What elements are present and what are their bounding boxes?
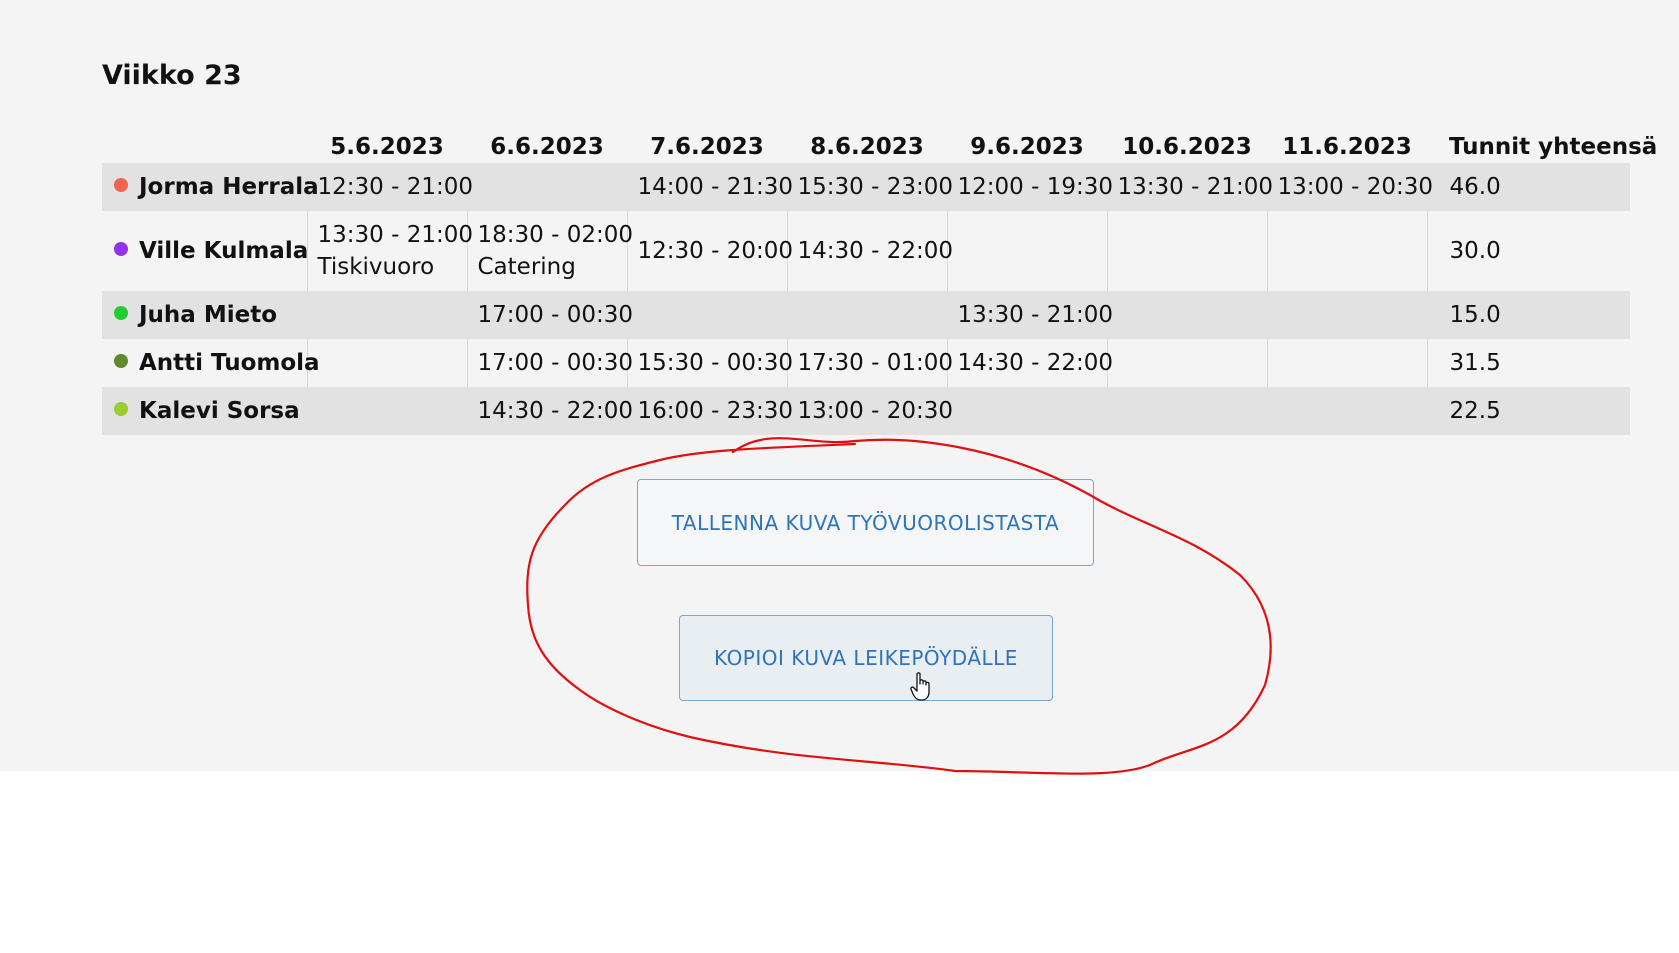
shift-cell (626, 291, 787, 339)
shift-time: 15:30 - 00:30 (637, 350, 794, 376)
shift-cell: 13:00 - 20:30 (1266, 163, 1434, 211)
shift-time: 17:00 - 00:30 (477, 350, 634, 376)
header-date: 11.6.2023 (1282, 134, 1412, 160)
shift-time: 14:30 - 22:00 (477, 398, 634, 424)
total-hours-cell: 22.5 (1426, 387, 1630, 435)
shift-cell: 12:30 - 20:00 (626, 211, 794, 291)
shift-time: 14:00 - 21:30 (637, 174, 794, 200)
employee-name-cell: Ville Kulmala (102, 211, 309, 291)
shift-cell: 17:00 - 00:30 (466, 339, 634, 387)
shift-time: 13:00 - 20:30 (797, 398, 954, 424)
shift-cell: 18:30 - 02:00 Catering (466, 211, 634, 291)
copy-to-clipboard-button[interactable]: KOPIOI KUVA LEIKEPÖYDÄLLE (679, 615, 1053, 701)
shift-cell: 16:00 - 23:30 (626, 387, 794, 435)
shift-cell (946, 387, 1107, 435)
employee-name: Kalevi Sorsa (139, 398, 300, 424)
shift-table: 5.6.2023 6.6.2023 7.6.2023 8.6.2023 9.6.… (102, 120, 1658, 435)
shift-time: 18:30 - 02:00 (477, 222, 634, 248)
employee-color-dot-icon (114, 402, 128, 416)
shift-cell: 12:00 - 19:30 (946, 163, 1114, 211)
shift-time: 13:30 - 21:00 (957, 302, 1114, 328)
employee-name: Ville Kulmala (139, 238, 309, 264)
shift-cell: 14:00 - 21:30 (626, 163, 794, 211)
table-header-row: 5.6.2023 6.6.2023 7.6.2023 8.6.2023 9.6.… (102, 120, 1658, 163)
hand-cursor-icon (910, 672, 930, 701)
employee-color-dot-icon (114, 242, 128, 256)
shift-note: Tiskivuoro (317, 254, 435, 280)
table-row: Antti Tuomola 17:00 - 00:30 15:30 - 00:30 1… (102, 339, 1630, 387)
employee-name: Jorma Herrala (139, 174, 319, 200)
shift-cell: 14:30 - 22:00 (786, 211, 954, 291)
shift-cell: 15:30 - 00:30 (626, 339, 794, 387)
shift-cell: 17:30 - 01:00 (786, 339, 954, 387)
shift-time: 15:30 - 23:00 (797, 174, 954, 200)
shift-cell (306, 387, 467, 435)
employee-name-cell: Kalevi Sorsa (102, 387, 307, 435)
total-hours-cell: 15.0 (1426, 291, 1630, 339)
employee-name-cell: Jorma Herrala (102, 163, 319, 211)
shift-cell (466, 163, 627, 211)
shift-cell: 13:30 - 21:00 (946, 291, 1114, 339)
save-image-button[interactable]: TALLENNA KUVA TYÖVUOROLISTASTA (637, 479, 1094, 566)
header-date: 8.6.2023 (810, 134, 924, 160)
header-date: 5.6.2023 (330, 134, 444, 160)
shift-time: 16:00 - 23:30 (637, 398, 794, 424)
week-title: Viikko 23 (102, 60, 242, 91)
shift-cell: 12:30 - 21:00 (306, 163, 474, 211)
table-row: Juha Mieto 17:00 - 00:30 13:30 - 21:00 15.0 (102, 291, 1630, 339)
shift-time: 13:30 - 21:00 (317, 222, 474, 248)
shift-cell (1106, 211, 1267, 291)
shift-time: 12:30 - 20:00 (637, 238, 794, 264)
shift-time: 14:30 - 22:00 (797, 238, 954, 264)
shift-cell (306, 339, 467, 387)
header-date: 7.6.2023 (650, 134, 764, 160)
shift-cell (1106, 387, 1267, 435)
shift-cell: 14:30 - 22:00 (466, 387, 634, 435)
total-hours-cell: 46.0 (1426, 163, 1630, 211)
total-hours-cell: 30.0 (1426, 211, 1630, 291)
employee-name-cell: Juha Mieto (102, 291, 307, 339)
employee-color-dot-icon (114, 306, 128, 320)
shift-cell (306, 291, 467, 339)
shift-time: 17:00 - 00:30 (477, 302, 634, 328)
header-date: 9.6.2023 (970, 134, 1084, 160)
header-total-hours: Tunnit yhteensä (1449, 134, 1658, 160)
shift-cell (1266, 291, 1427, 339)
shift-time: 13:00 - 20:30 (1277, 174, 1434, 200)
shift-cell: 15:30 - 23:00 (786, 163, 954, 211)
shift-time: 17:30 - 01:00 (797, 350, 954, 376)
header-date: 6.6.2023 (490, 134, 604, 160)
shift-cell (786, 291, 947, 339)
employee-color-dot-icon (114, 354, 128, 368)
total-hours-cell: 31.5 (1426, 339, 1630, 387)
schedule-panel: Viikko 23 5.6.2023 6.6.2023 7.6.2023 8.6… (0, 0, 1679, 771)
shift-cell (1266, 339, 1427, 387)
shift-cell: 13:00 - 20:30 (786, 387, 954, 435)
shift-cell (1266, 211, 1427, 291)
employee-name: Antti Tuomola (139, 350, 320, 376)
shift-cell: 17:00 - 00:30 (466, 291, 634, 339)
employee-name: Juha Mieto (139, 302, 277, 328)
shift-time: 12:00 - 19:30 (957, 174, 1114, 200)
shift-time: 12:30 - 21:00 (317, 174, 474, 200)
table-row: Kalevi Sorsa 14:30 - 22:00 16:00 - 23:30 13… (102, 387, 1630, 435)
table-row: Jorma Herrala 12:30 - 21:00 14:00 - 21:30 1… (102, 163, 1630, 211)
shift-time: 14:30 - 22:00 (957, 350, 1114, 376)
table-row: Ville Kulmala 13:30 - 21:00 Tiskivuoro 18:3… (102, 211, 1630, 291)
shift-cell (946, 211, 1107, 291)
shift-cell (1106, 339, 1267, 387)
shift-cell: 14:30 - 22:00 (946, 339, 1114, 387)
employee-name-cell: Antti Tuomola (102, 339, 320, 387)
shift-cell (1266, 387, 1427, 435)
shift-cell: 13:30 - 21:00 Tiskivuoro (306, 211, 474, 291)
shift-time: 13:30 - 21:00 (1117, 174, 1274, 200)
shift-cell: 13:30 - 21:00 (1106, 163, 1274, 211)
shift-cell (1106, 291, 1267, 339)
header-date: 10.6.2023 (1122, 134, 1252, 160)
header-name (102, 120, 307, 163)
shift-note: Catering (477, 254, 576, 280)
employee-color-dot-icon (114, 178, 128, 192)
